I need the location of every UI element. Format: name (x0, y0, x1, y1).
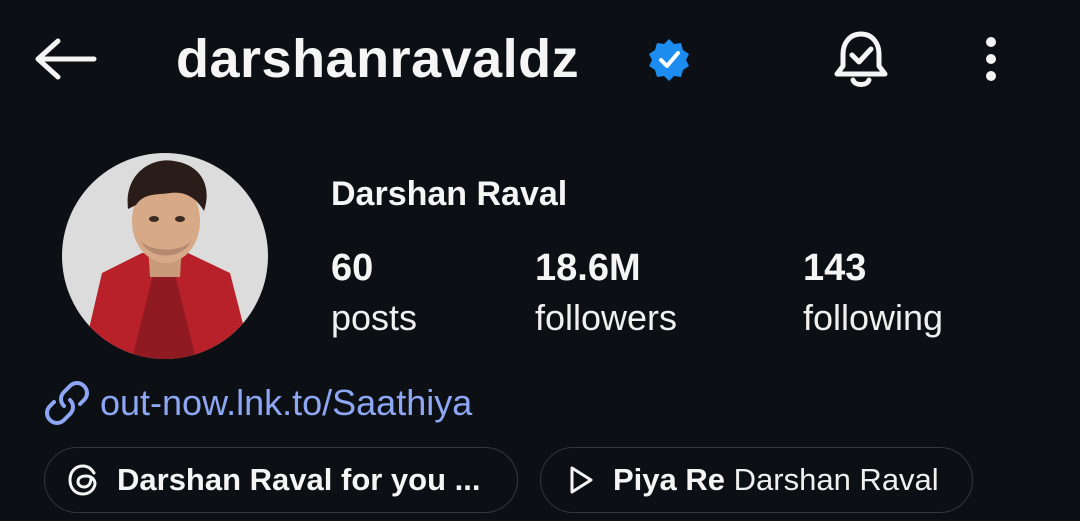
following-count: 143 (803, 247, 867, 289)
followers-count: 18.6M (535, 247, 641, 289)
bio-link[interactable]: out-now.lnk.to/Saathiya (44, 378, 472, 428)
posts-count: 60 (331, 247, 374, 289)
posts-label: posts (331, 297, 418, 338)
page-title: darshanravaldz (176, 29, 580, 89)
following-label: following (803, 297, 944, 338)
threads-icon (68, 464, 97, 496)
followers-label: followers (535, 297, 678, 338)
following-stat[interactable]: 143 following (803, 246, 943, 340)
link-icon (45, 381, 89, 425)
back-button[interactable] (30, 28, 102, 90)
music-chip[interactable]: Piya Re Darshan Raval (540, 447, 973, 513)
music-chip-title: Piya Re (613, 462, 726, 497)
arrow-left-icon (35, 38, 97, 80)
threads-chip[interactable]: Darshan Raval for you ... (44, 447, 518, 513)
avatar[interactable] (62, 153, 268, 359)
posts-stat[interactable]: 60 posts (331, 246, 417, 340)
profile-full-name: Darshan Raval (331, 175, 568, 213)
bio-link-text: out-now.lnk.to/Saathiya (100, 382, 473, 423)
followers-stat[interactable]: 18.6M followers (535, 246, 677, 340)
verified-badge-icon (649, 39, 689, 81)
profile-photo (62, 153, 268, 359)
music-chip-artist: Darshan Raval (733, 462, 939, 497)
threads-chip-label: Darshan Raval for you ... (117, 462, 481, 497)
more-vertical-icon (986, 37, 996, 81)
more-options-button[interactable] (966, 28, 1016, 90)
notifications-button[interactable] (826, 26, 896, 92)
play-icon (570, 466, 593, 494)
bell-check-icon (834, 31, 888, 87)
